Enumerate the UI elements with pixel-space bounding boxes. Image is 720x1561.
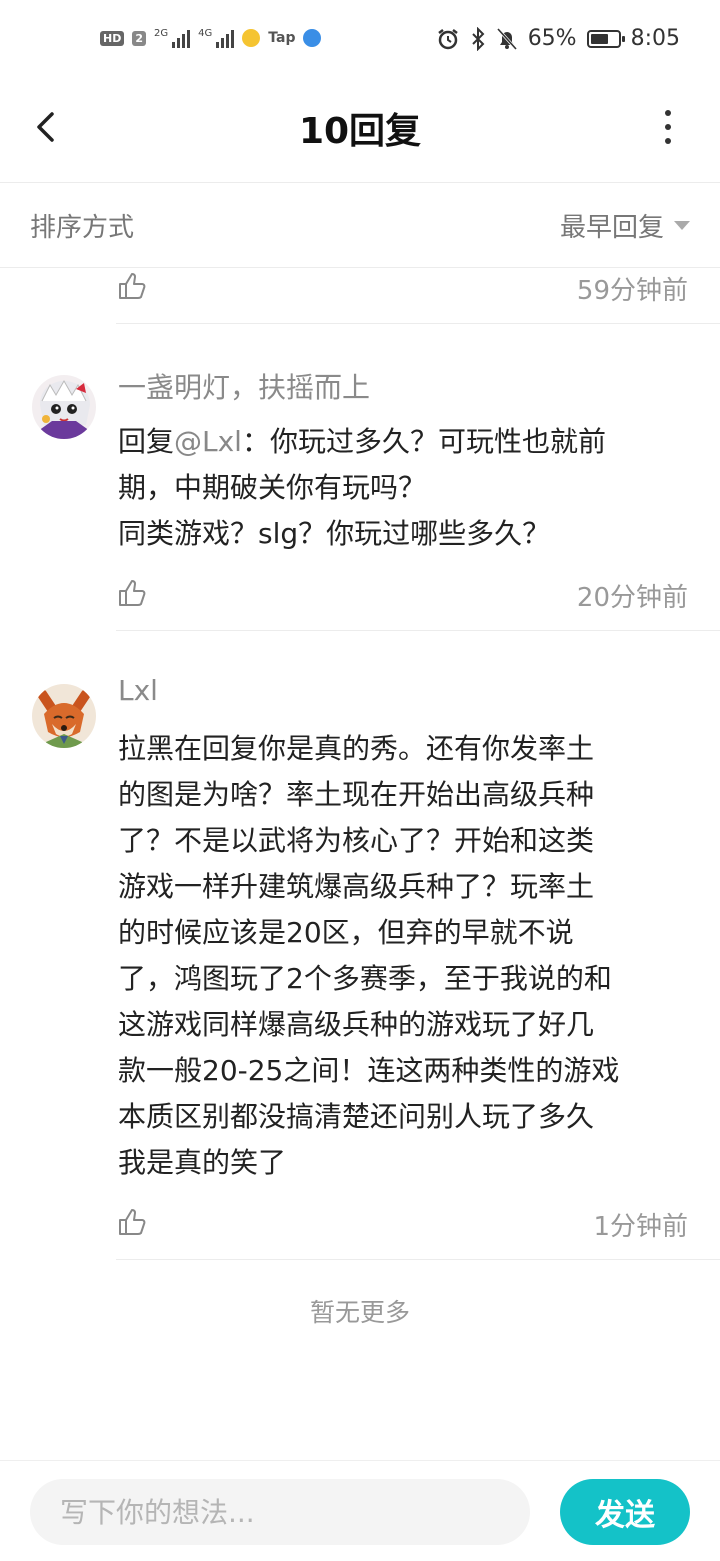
reply-line: 拉黑在回复你是真的秀。还有你发率土 [118, 732, 595, 765]
battery-percent: 65% [527, 26, 577, 51]
comment-input[interactable] [30, 1479, 530, 1545]
hd-badge: HD [100, 30, 125, 46]
signal-icon [172, 28, 191, 48]
thumbs-up-icon[interactable] [116, 577, 148, 609]
reply-line: 款一般20-25之间！连这两种类性的游戏 [118, 1054, 620, 1087]
divider [116, 630, 720, 631]
chevron-down-icon [674, 221, 690, 230]
send-button[interactable]: 发送 [560, 1479, 690, 1545]
sim-badge: 2 [132, 30, 146, 46]
divider [116, 323, 720, 324]
no-more-label: 暂无更多 [309, 1298, 410, 1327]
network-type-1: 2G [154, 28, 169, 39]
avatar[interactable] [32, 375, 96, 439]
avatar-image [32, 684, 96, 748]
status-left: HD 2 2G 4G Tap [100, 28, 322, 48]
reply-line: 这游戏同样爆高级兵种的游戏玩了好几 [118, 1008, 595, 1041]
avatar[interactable] [32, 684, 96, 748]
reply-username[interactable]: 一盏明灯，扶摇而上 [118, 366, 370, 406]
reply-line: 期，中期破关你有玩吗？ [118, 471, 427, 504]
bluetooth-icon [471, 26, 485, 51]
mention-link[interactable]: @Lxl [174, 425, 242, 458]
thumbs-up-icon[interactable] [116, 1206, 148, 1238]
alarm-icon [437, 28, 458, 49]
reply-line: 的图是为啥？率土现在开始出高级兵种 [118, 778, 595, 811]
reply-line: 本质区别都没搞清楚还问别人玩了多久 [118, 1100, 595, 1133]
tap-notification-label: Tap [268, 30, 296, 46]
reply-content: 拉黑在回复你是真的秀。还有你发率土 的图是为啥？率土现在开始出高级兵种 了？不是… [118, 726, 698, 1186]
reply-line: 游戏一样升建筑爆高级兵种了？玩率土 [118, 870, 595, 903]
signal-icon-2 [216, 28, 235, 48]
status-right: 65% 8:05 [436, 26, 680, 51]
sort-label: 排序方式 [30, 213, 135, 243]
reply-time: 20分钟前 [576, 583, 688, 613]
reply-line: 了，鸿图玩了2个多赛季，至于我说的和 [118, 962, 612, 995]
reply-line: 了？不是以武将为核心了？开始和这类 [118, 824, 595, 857]
browser-notification-icon [303, 29, 322, 47]
more-options-icon[interactable] [656, 110, 680, 144]
status-bar: HD 2 2G 4G Tap 65% 8:05 [0, 0, 720, 82]
top-app-bar: 10回复 [0, 82, 720, 183]
sort-bar: 排序方式 最早回复 [0, 183, 720, 268]
reply-time: 59分钟前 [576, 276, 688, 306]
avatar-image [32, 375, 96, 439]
sort-dropdown-value: 最早回复 [559, 213, 664, 243]
app-notification-icon [242, 29, 261, 47]
battery-icon [586, 29, 625, 48]
reply-line: 的时候应该是20区，但弃的早就不说 [118, 916, 574, 949]
reply-prefix: 回复 [118, 425, 175, 458]
mute-bell-icon [496, 27, 517, 50]
reply-line-text: ：你玩过多久？可玩性也就前 [241, 425, 606, 458]
sort-dropdown[interactable]: 最早回复 [560, 207, 690, 244]
reply-line: 同类游戏？slg？你玩过哪些多久？ [118, 517, 551, 550]
clock: 8:05 [630, 26, 680, 51]
reply-time: 1分钟前 [593, 1212, 688, 1242]
battery-fill [590, 33, 608, 44]
reply-line: 回复@Lxl：你玩过多久？可玩性也就前 [118, 419, 698, 465]
composer-bar: 发送 [0, 1460, 720, 1561]
network-type-2: 4G [198, 28, 213, 39]
page-title: 10回复 [298, 111, 422, 152]
reply-line: 我是真的笑了 [118, 1146, 287, 1179]
thumbs-up-icon[interactable] [116, 270, 148, 302]
reply-username[interactable]: Lxl [118, 674, 158, 707]
divider [116, 1259, 720, 1260]
reply-content: 回复@Lxl：你玩过多久？可玩性也就前 期，中期破关你有玩吗？ 同类游戏？slg… [118, 419, 698, 557]
